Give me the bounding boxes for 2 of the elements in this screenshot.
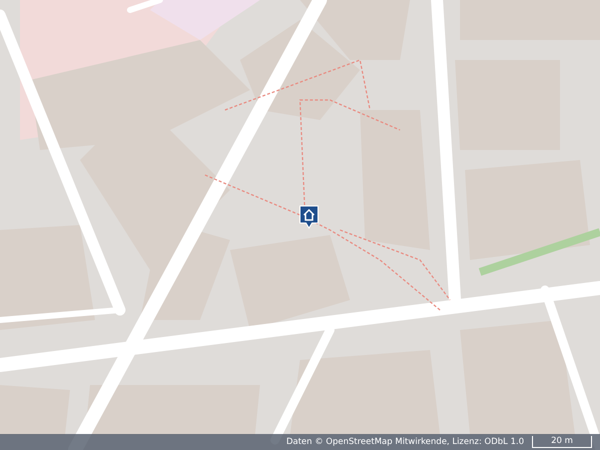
attribution-text: Daten © OpenStreetMap Mitwirkende, Lizenz: ODbL 1.0 xyxy=(286,437,524,447)
scale-bar: 20 m xyxy=(532,436,592,448)
